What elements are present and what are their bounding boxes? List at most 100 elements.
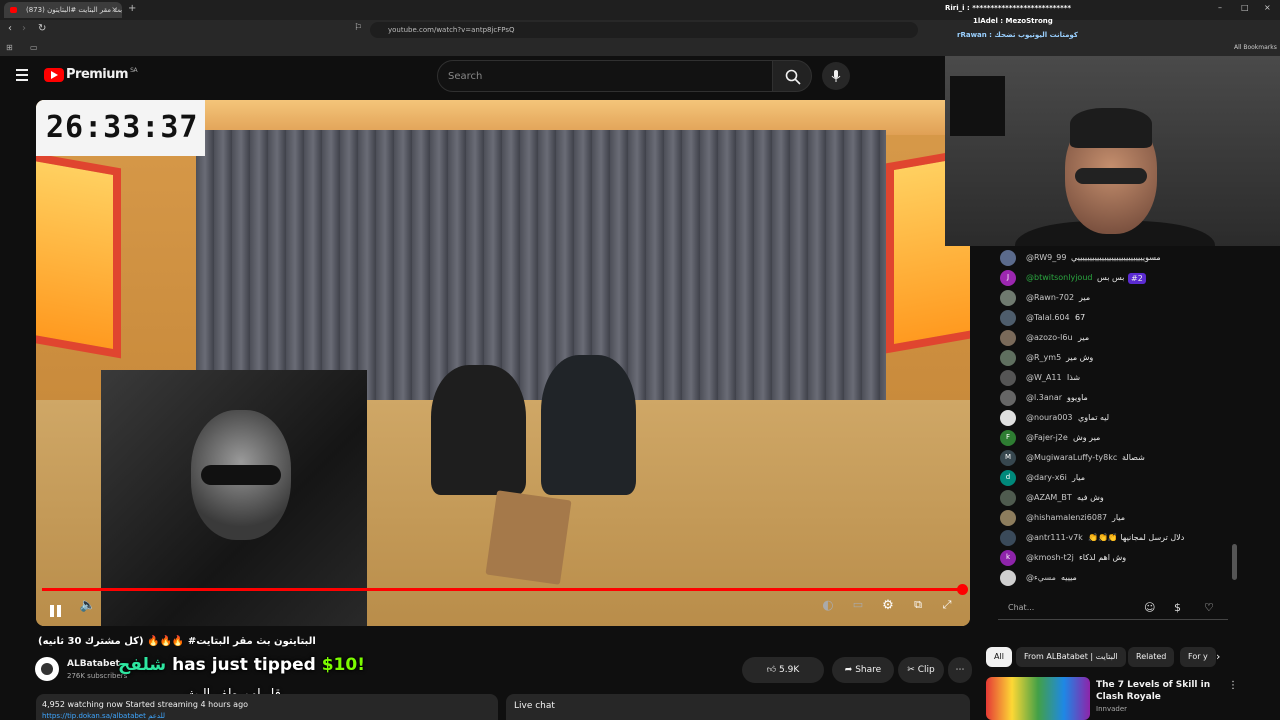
- more-options-icon[interactable]: ⋮: [1228, 680, 1238, 691]
- chat-avatar[interactable]: [1000, 530, 1016, 546]
- chat-avatar[interactable]: d: [1000, 470, 1016, 486]
- video-player[interactable]: 26:33:37 🔈 ◐ ▭ ⚙ ⧉ ⤢: [36, 100, 970, 626]
- chat-username[interactable]: @antr111-v7k: [1026, 533, 1083, 542]
- chat-text: ميار: [1112, 513, 1125, 522]
- scene-person-right: [541, 355, 636, 495]
- chat-avatar[interactable]: M: [1000, 450, 1016, 466]
- chat-avatar[interactable]: [1000, 330, 1016, 346]
- bookmark-icon[interactable]: ⚐: [354, 23, 362, 33]
- browser-tab[interactable]: (873) بث مقر البتايت #البتايتون ×: [4, 2, 122, 18]
- chat-message: k @kmosh-t2j وش اهم لذكاء: [1000, 550, 1230, 570]
- chat-text: مير وش: [1073, 433, 1101, 442]
- chat-avatar[interactable]: [1000, 250, 1016, 266]
- close-tab-icon[interactable]: ×: [111, 5, 118, 14]
- chat-text: مير: [1079, 293, 1091, 302]
- chat-text: شذا: [1067, 373, 1081, 382]
- subtitles-icon[interactable]: ▭: [846, 598, 870, 620]
- chat-username[interactable]: @hishamalenzi6087: [1026, 513, 1107, 522]
- all-bookmarks[interactable]: All Bookmarks: [1234, 44, 1277, 51]
- overlay-line-1: Riri_i : ***************************: [945, 4, 1072, 12]
- chat-username[interactable]: @MugiwaraLuffy-ty8kc: [1026, 453, 1117, 462]
- chat-avatar[interactable]: [1000, 570, 1016, 586]
- youtube-brand[interactable]: Premium SA: [66, 67, 138, 82]
- folder-icon[interactable]: ▭: [30, 43, 38, 52]
- chat-scrollbar[interactable]: [1232, 544, 1237, 580]
- emoji-icon[interactable]: ☺: [1144, 601, 1158, 615]
- fullscreen-icon[interactable]: ⤢: [935, 598, 959, 620]
- channel-avatar[interactable]: [35, 657, 59, 681]
- chat-username[interactable]: @dary-x6i: [1026, 473, 1067, 482]
- super-chat-icon[interactable]: $: [1174, 601, 1188, 615]
- chat-username[interactable]: @AZAM_BT: [1026, 493, 1072, 502]
- window-close-icon[interactable]: ×: [1264, 3, 1271, 12]
- chat-username[interactable]: @l.3anar: [1026, 393, 1062, 402]
- pause-button[interactable]: [50, 602, 64, 617]
- progress-scrubber[interactable]: [957, 584, 968, 595]
- share-button[interactable]: ➦ Share: [832, 657, 894, 683]
- chat-avatar[interactable]: [1000, 510, 1016, 526]
- chat-avatar[interactable]: [1000, 490, 1016, 506]
- chat-username[interactable]: @noura003: [1026, 413, 1073, 422]
- forward-icon[interactable]: ›: [22, 23, 26, 34]
- autoplay-toggle[interactable]: ◐: [816, 598, 840, 620]
- chat-message: @Rawn-702 مير: [1000, 290, 1230, 310]
- search-input[interactable]: Search: [437, 60, 773, 92]
- stream-chat-overlay: Riri_i : *************************** 1lA…: [945, 2, 1245, 42]
- chat-username[interactable]: @Talal.604: [1026, 313, 1070, 322]
- chat-avatar[interactable]: [1000, 410, 1016, 426]
- chat-avatar[interactable]: J: [1000, 270, 1016, 286]
- chat-username[interactable]: @R_ym5: [1026, 353, 1061, 362]
- chat-avatar[interactable]: [1000, 290, 1016, 306]
- filter-chip[interactable]: Related: [1128, 647, 1175, 667]
- video-description[interactable]: 4,952 watching now Started streaming 4 h…: [36, 694, 498, 720]
- chat-text: مير: [1078, 333, 1090, 342]
- like-button[interactable]: 👍︎ 5.9K: [742, 657, 824, 683]
- chat-username[interactable]: @azozo-l6u: [1026, 333, 1073, 342]
- back-icon[interactable]: ‹: [8, 23, 12, 34]
- related-video-title[interactable]: The 7 Levels of Skill in Clash Royale: [1096, 679, 1226, 703]
- related-video-channel[interactable]: Innvader: [1096, 705, 1127, 713]
- miniplayer-icon[interactable]: ⧉: [906, 598, 930, 620]
- chat-input[interactable]: Chat...: [998, 596, 1228, 620]
- voice-search-button[interactable]: [822, 62, 850, 90]
- chat-avatar[interactable]: k: [1000, 550, 1016, 566]
- progress-bar[interactable]: [42, 584, 968, 595]
- chat-username[interactable]: @مسيء: [1026, 573, 1056, 582]
- filter-chip[interactable]: For y: [1180, 647, 1216, 667]
- apps-icon[interactable]: ⊞: [6, 43, 13, 52]
- heart-icon[interactable]: ♡: [1204, 601, 1218, 615]
- live-chat-header[interactable]: Live chat: [506, 694, 970, 720]
- chat-text: 👏👏👏 دلال ترسل لمجانيها: [1088, 533, 1185, 542]
- reload-icon[interactable]: ↻: [38, 23, 46, 34]
- chat-username[interactable]: @kmosh-t2j: [1026, 553, 1074, 562]
- chat-username[interactable]: @RW9_99: [1026, 253, 1066, 262]
- tip-link[interactable]: https://tip.dokan.sa/albatabet للدعم: [42, 712, 165, 720]
- chat-avatar[interactable]: F: [1000, 430, 1016, 446]
- search-button[interactable]: [772, 60, 812, 92]
- chat-text: شصالة: [1122, 453, 1145, 462]
- filter-chip[interactable]: All: [986, 647, 1012, 667]
- chat-avatar[interactable]: [1000, 370, 1016, 386]
- volume-icon[interactable]: 🔈: [76, 598, 100, 620]
- youtube-logo-icon[interactable]: [44, 68, 64, 82]
- bookmarks-bar: ⊞ ▭ All Bookmarks: [0, 40, 1280, 56]
- chat-username[interactable]: @Fajer-j2e: [1026, 433, 1068, 442]
- chat-message: F @Fajer-j2e مير وش: [1000, 430, 1230, 450]
- chat-username[interactable]: @Rawn-702: [1026, 293, 1074, 302]
- url-field[interactable]: youtube.com/watch?v=antp8jcFPsQ: [370, 22, 918, 38]
- settings-icon[interactable]: ⚙: [876, 598, 900, 620]
- more-actions-button[interactable]: ⋯: [948, 657, 972, 683]
- chat-username[interactable]: @W_A11: [1026, 373, 1062, 382]
- chat-avatar[interactable]: [1000, 310, 1016, 326]
- menu-icon[interactable]: [16, 69, 28, 84]
- channel-name[interactable]: ALBatabet: [67, 659, 120, 669]
- filter-chip[interactable]: From ALBatabet | البتايت: [1016, 647, 1126, 667]
- chat-avatar[interactable]: [1000, 390, 1016, 406]
- chat-avatar[interactable]: [1000, 350, 1016, 366]
- chat-username[interactable]: @btwitsonlyjoud: [1026, 273, 1092, 282]
- new-tab-icon[interactable]: +: [128, 3, 136, 14]
- chat-message: @مسيء ميييه: [1000, 570, 1230, 590]
- chevron-right-icon[interactable]: ›: [1216, 650, 1220, 663]
- clip-button[interactable]: ✂ Clip: [898, 657, 944, 683]
- related-video-thumbnail[interactable]: [986, 677, 1090, 720]
